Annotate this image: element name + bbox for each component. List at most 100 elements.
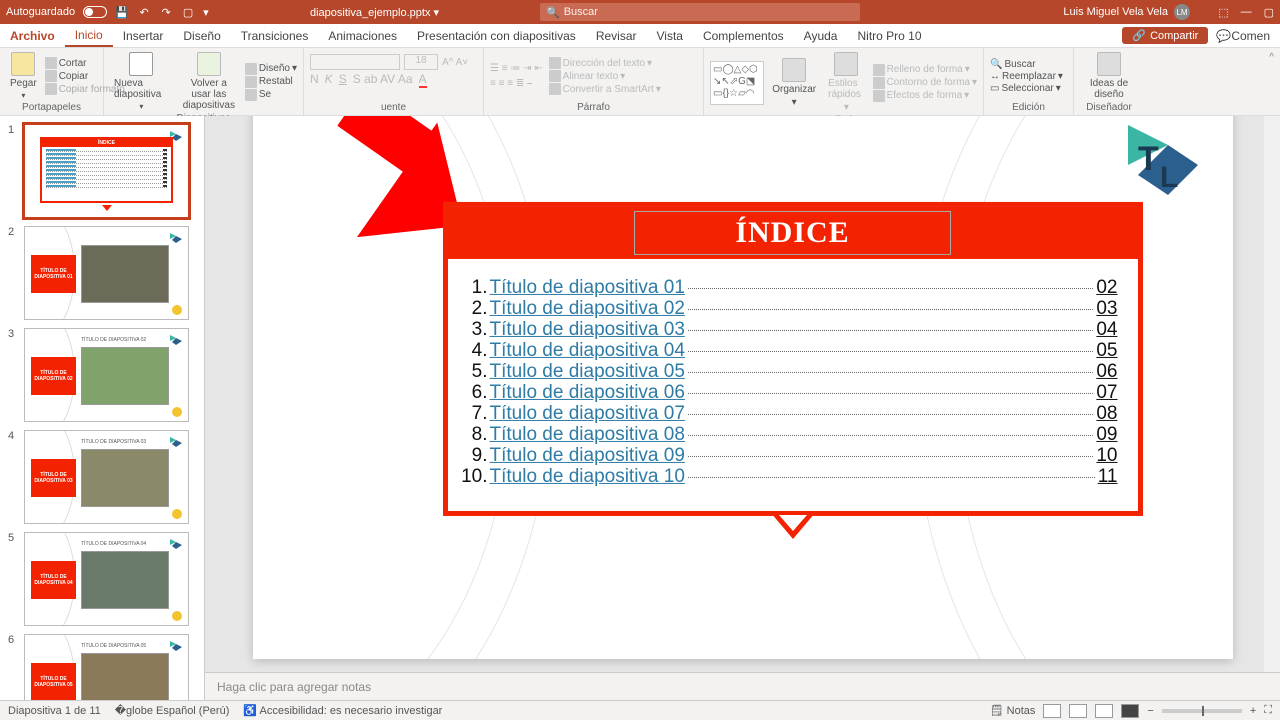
reset-button[interactable]: Restabl [245, 76, 297, 88]
replace-button[interactable]: ↔ Reemplazar ▾ [990, 71, 1063, 82]
designer-button[interactable]: Ideas de diseño [1080, 50, 1138, 102]
shape-fill-button[interactable]: Relleno de forma ▾ [873, 64, 977, 76]
thumbnail-row[interactable]: 6TÍTULO DE DIAPOSITIVA 05TÍTULO DE DIAPO… [0, 630, 204, 700]
toc-link[interactable]: Título de diapositiva 04 [490, 340, 685, 361]
undo-icon[interactable]: ↶ [137, 5, 151, 19]
thumbnail-row[interactable]: 3TÍTULO DE DIAPOSITIVA 02TÍTULO DE DIAPO… [0, 324, 204, 426]
tab-home[interactable]: Inicio [65, 24, 113, 47]
toc-row[interactable]: 6.Título de diapositiva 0607 [460, 382, 1118, 403]
toc-link[interactable]: Título de diapositiva 08 [490, 424, 685, 445]
shape-effects-button[interactable]: Efectos de forma ▾ [873, 90, 977, 102]
thumbnail-slide[interactable]: ÍNDICE [24, 124, 189, 218]
qat-more[interactable]: ▾ [203, 6, 209, 19]
status-accessibility[interactable]: ♿ Accesibilidad: es necesario investigar [243, 704, 442, 717]
arrange-button[interactable]: Organizar▾ [768, 56, 820, 110]
toc-link[interactable]: Título de diapositiva 05 [490, 361, 685, 382]
maximize-icon[interactable]: ▢ [1264, 6, 1274, 19]
index-box[interactable]: ÍNDICE 1.Título de diapositiva 01022.Tít… [443, 202, 1143, 516]
tab-view[interactable]: Vista [647, 24, 693, 47]
shapes-gallery[interactable]: ▭◯△◇⬡↘↖⬀G⬔▭{}☆▱◠ [710, 61, 764, 105]
layout-button[interactable]: Diseño ▾ [245, 63, 297, 75]
collapse-ribbon-icon[interactable]: ^ [1263, 48, 1280, 115]
align-text-button[interactable]: Alinear texto ▾ [549, 70, 661, 82]
shape-outline-button[interactable]: Contorno de forma ▾ [873, 77, 977, 89]
slideshow-view-icon[interactable] [1121, 704, 1139, 718]
tab-transitions[interactable]: Transiciones [231, 24, 319, 47]
toc-link[interactable]: Título de diapositiva 03 [490, 319, 685, 340]
tab-nitro[interactable]: Nitro Pro 10 [847, 24, 931, 47]
ribbon-display-icon[interactable]: ⬚ [1218, 6, 1228, 19]
slideshow-start-icon[interactable]: ▢ [181, 5, 195, 19]
normal-view-icon[interactable] [1043, 704, 1061, 718]
new-slide-button[interactable]: Nueva diapositiva▾ [110, 50, 173, 113]
thumbnail-row[interactable]: 2TÍTULO DE DIAPOSITIVA 01 [0, 222, 204, 324]
thumbnail-slide[interactable]: TÍTULO DE DIAPOSITIVA 03TÍTULO DE DIAPOS… [24, 430, 189, 524]
toc-leader [688, 414, 1093, 415]
toc-row[interactable]: 2.Título de diapositiva 0203 [460, 298, 1118, 319]
thumbnail-row[interactable]: 5TÍTULO DE DIAPOSITIVA 04TÍTULO DE DIAPO… [0, 528, 204, 630]
search-icon: 🔍 [546, 6, 560, 19]
avatar[interactable]: LM [1174, 4, 1190, 20]
toc-page: 10 [1096, 445, 1117, 466]
share-button[interactable]: 🔗 Compartir [1122, 27, 1208, 44]
zoom-out-icon[interactable]: − [1147, 705, 1153, 717]
section-button[interactable]: Se [245, 89, 297, 101]
comments-button[interactable]: 💬 Comen [1212, 29, 1274, 43]
tab-insert[interactable]: Insertar [113, 24, 174, 47]
tab-addins[interactable]: Complementos [693, 24, 794, 47]
toc-row[interactable]: 1.Título de diapositiva 0102 [460, 277, 1118, 298]
search-box[interactable]: 🔍 Buscar [540, 3, 860, 21]
autosave-toggle[interactable] [83, 6, 107, 18]
save-icon[interactable]: 💾 [115, 5, 129, 19]
toc-link[interactable]: Título de diapositiva 01 [490, 277, 685, 298]
toc-link[interactable]: Título de diapositiva 07 [490, 403, 685, 424]
toc-row[interactable]: 8.Título de diapositiva 0809 [460, 424, 1118, 445]
tab-review[interactable]: Revisar [586, 24, 647, 47]
fit-to-window-icon[interactable]: ⛶ [1264, 704, 1272, 717]
paste-button[interactable]: Pegar▾ [6, 50, 41, 102]
toc-row[interactable]: 9.Título de diapositiva 0910 [460, 445, 1118, 466]
toc-link[interactable]: Título de diapositiva 02 [490, 298, 685, 319]
thumbnail-slide[interactable]: TÍTULO DE DIAPOSITIVA 01 [24, 226, 189, 320]
smartart-button[interactable]: Convertir a SmartArt ▾ [549, 83, 661, 95]
zoom-in-icon[interactable]: + [1250, 705, 1256, 717]
slide-thumbnails-panel[interactable]: 1ÍNDICE2TÍTULO DE DIAPOSITIVA 013TÍTULO … [0, 116, 205, 700]
thumbnail-slide[interactable]: TÍTULO DE DIAPOSITIVA 04TÍTULO DE DIAPOS… [24, 532, 189, 626]
quick-styles-button[interactable]: Estilos rápidos▾ [824, 50, 868, 115]
toc-row[interactable]: 7.Título de diapositiva 0708 [460, 403, 1118, 424]
tab-file[interactable]: Archivo [0, 24, 65, 47]
sorter-view-icon[interactable] [1069, 704, 1087, 718]
toc-row[interactable]: 10.Título de diapositiva 1011 [460, 466, 1118, 487]
svg-text:T: T [1138, 140, 1159, 178]
tab-animations[interactable]: Animaciones [318, 24, 407, 47]
toc-row[interactable]: 3.Título de diapositiva 0304 [460, 319, 1118, 340]
text-direction-button[interactable]: Dirección del texto ▾ [549, 57, 661, 69]
minimize-icon[interactable]: — [1241, 6, 1252, 19]
tab-help[interactable]: Ayuda [794, 24, 848, 47]
toc-row[interactable]: 4.Título de diapositiva 0405 [460, 340, 1118, 361]
notes-pane[interactable]: Haga clic para agregar notas [205, 672, 1280, 700]
toc-link[interactable]: Título de diapositiva 10 [490, 466, 685, 487]
toc-row[interactable]: 5.Título de diapositiva 0506 [460, 361, 1118, 382]
thumbnail-slide[interactable]: TÍTULO DE DIAPOSITIVA 02TÍTULO DE DIAPOS… [24, 328, 189, 422]
toc-leader [688, 351, 1093, 352]
filename-dropdown[interactable]: ▾ [434, 7, 440, 19]
thumbnail-slide[interactable]: TÍTULO DE DIAPOSITIVA 05TÍTULO DE DIAPOS… [24, 634, 189, 700]
thumbnail-row[interactable]: 4TÍTULO DE DIAPOSITIVA 03TÍTULO DE DIAPO… [0, 426, 204, 528]
vertical-scrollbar[interactable] [1264, 116, 1280, 672]
group-designer: Diseñador [1080, 102, 1138, 113]
toc-link[interactable]: Título de diapositiva 09 [490, 445, 685, 466]
reuse-slides-button[interactable]: Volver a usar las diapositivas [177, 50, 241, 113]
toc-link[interactable]: Título de diapositiva 06 [490, 382, 685, 403]
reading-view-icon[interactable] [1095, 704, 1113, 718]
status-language[interactable]: �globe Español (Perú) [115, 704, 230, 717]
zoom-slider[interactable] [1162, 709, 1242, 713]
redo-icon[interactable]: ↷ [159, 5, 173, 19]
find-button[interactable]: 🔍 Buscar [990, 59, 1063, 70]
notes-toggle[interactable]: 🗒 Notas [990, 704, 1036, 717]
tab-design[interactable]: Diseño [173, 24, 230, 47]
thumbnail-row[interactable]: 1ÍNDICE [0, 120, 204, 222]
slide-1[interactable]: TL ÍNDICE 1.Título de diapositiva 01022.… [253, 116, 1233, 659]
tab-slideshow[interactable]: Presentación con diapositivas [407, 24, 586, 47]
select-button[interactable]: ▭ Seleccionar ▾ [990, 83, 1063, 94]
